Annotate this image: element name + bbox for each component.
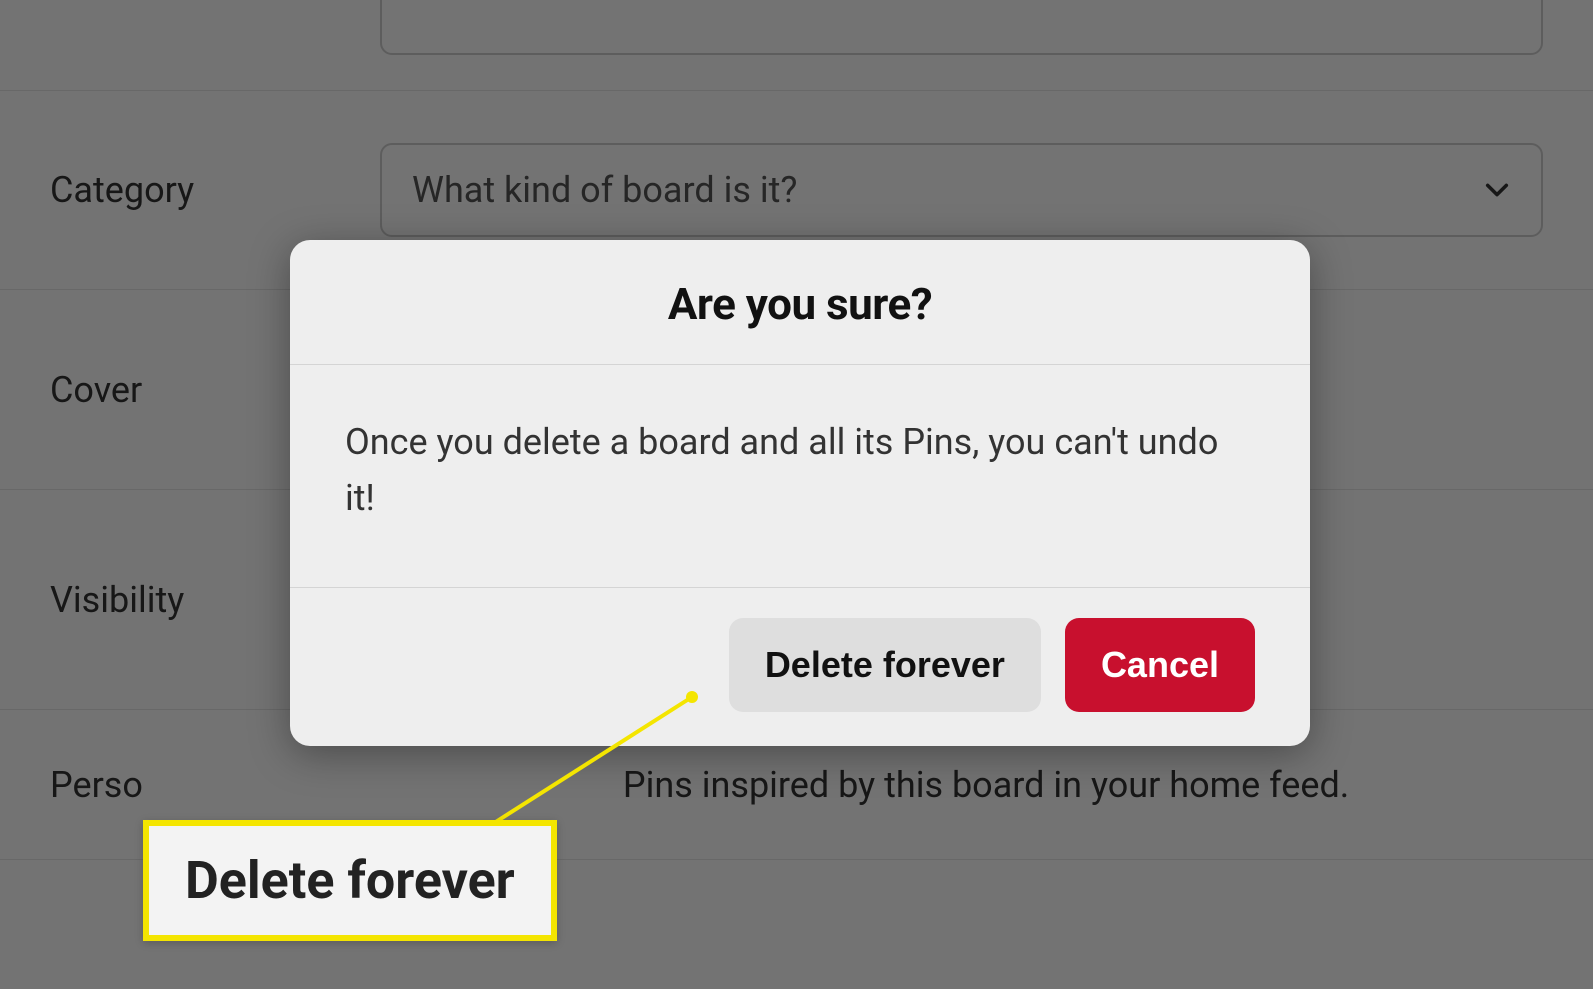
cancel-button[interactable]: Cancel xyxy=(1065,618,1255,712)
confirm-delete-dialog: Are you sure? Once you delete a board an… xyxy=(290,240,1310,746)
dialog-body: Once you delete a board and all its Pins… xyxy=(290,365,1310,588)
delete-forever-button[interactable]: Delete forever xyxy=(729,618,1041,712)
callout-delete-forever: Delete forever xyxy=(143,820,557,941)
dialog-actions: Delete forever Cancel xyxy=(290,588,1310,746)
board-edit-page: Category What kind of board is it? Cover… xyxy=(0,0,1593,989)
dialog-title: Are you sure? xyxy=(290,240,1310,365)
